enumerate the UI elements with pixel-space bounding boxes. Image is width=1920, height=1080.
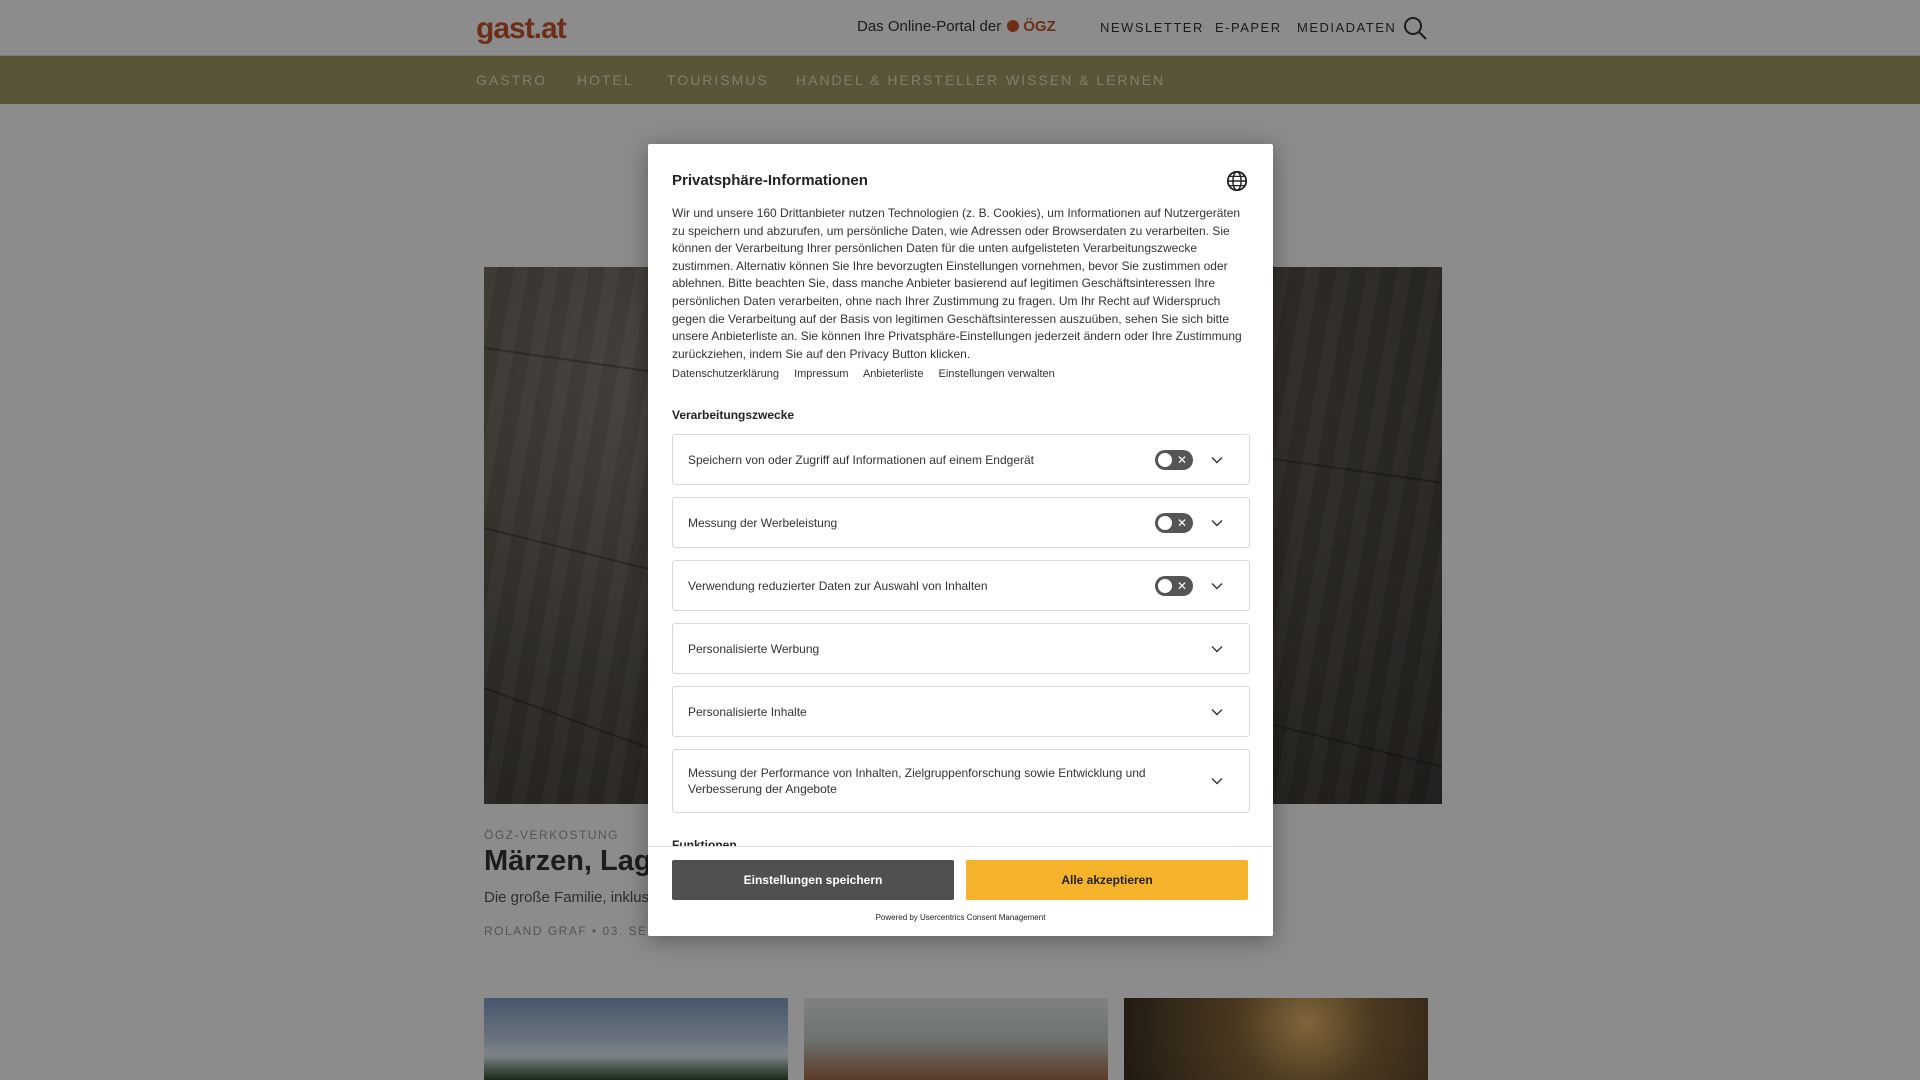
toggle-knob xyxy=(1158,453,1172,467)
purpose-label: Speichern von oder Zugriff auf Informati… xyxy=(688,453,1034,467)
purpose-item[interactable]: Verwendung reduzierter Daten zur Auswahl… xyxy=(672,560,1250,611)
purpose-label: Personalisierte Werbung xyxy=(688,642,820,656)
toggle-off-icon: ✕ xyxy=(1176,579,1187,593)
consent-dialog: Privatsphäre-Informationen Wir und unser… xyxy=(648,144,1273,936)
chevron-down-icon[interactable] xyxy=(1211,517,1223,529)
consent-links: Datenschutzerklärung Impressum Anbieterl… xyxy=(672,368,1067,380)
manage-settings-link[interactable]: Einstellungen verwalten xyxy=(939,368,1055,380)
vendor-list-link[interactable]: Anbieterliste xyxy=(863,368,924,380)
accept-all-button[interactable]: Alle akzeptieren xyxy=(966,860,1248,900)
purpose-item[interactable]: Messung der Werbeleistung ✕ xyxy=(672,497,1250,548)
save-settings-button[interactable]: Einstellungen speichern xyxy=(672,860,954,900)
purpose-item[interactable]: Messung der Performance von Inhalten, Zi… xyxy=(672,749,1250,813)
toggle-off-icon: ✕ xyxy=(1176,453,1187,467)
purpose-toggle[interactable]: ✕ xyxy=(1155,513,1193,533)
purpose-label: Personalisierte Inhalte xyxy=(688,705,807,719)
purpose-label: Messung der Performance von Inhalten, Zi… xyxy=(688,766,1146,796)
powered-by-text[interactable]: Powered by Usercentrics Consent Manageme… xyxy=(648,913,1273,922)
consent-description: Wir und unsere 160 Drittanbieter nutzen … xyxy=(672,206,1242,361)
consent-title: Privatsphäre-Informationen xyxy=(672,172,868,189)
purpose-item[interactable]: Personalisierte Werbung xyxy=(672,623,1250,674)
purpose-toggle[interactable]: ✕ xyxy=(1155,576,1193,596)
purpose-item[interactable]: Personalisierte Inhalte xyxy=(672,686,1250,737)
chevron-down-icon[interactable] xyxy=(1211,580,1223,592)
purpose-label: Messung der Werbeleistung xyxy=(688,516,838,530)
purposes-heading: Verarbeitungszwecke xyxy=(672,408,795,422)
toggle-knob xyxy=(1158,516,1172,530)
chevron-down-icon[interactable] xyxy=(1211,706,1223,718)
imprint-link[interactable]: Impressum xyxy=(794,368,848,380)
purpose-toggle[interactable]: ✕ xyxy=(1155,450,1193,470)
toggle-knob xyxy=(1158,579,1172,593)
chevron-down-icon[interactable] xyxy=(1211,643,1223,655)
toggle-off-icon: ✕ xyxy=(1176,516,1187,530)
globe-icon[interactable] xyxy=(1226,170,1248,192)
purpose-label: Verwendung reduzierter Daten zur Auswahl… xyxy=(688,579,988,593)
purpose-item[interactable]: Speichern von oder Zugriff auf Informati… xyxy=(672,434,1250,485)
privacy-policy-link[interactable]: Datenschutzerklärung xyxy=(672,368,779,380)
consent-footer: Einstellungen speichern Alle akzeptieren… xyxy=(648,846,1273,936)
chevron-down-icon[interactable] xyxy=(1211,454,1223,466)
chevron-down-icon[interactable] xyxy=(1211,775,1223,787)
